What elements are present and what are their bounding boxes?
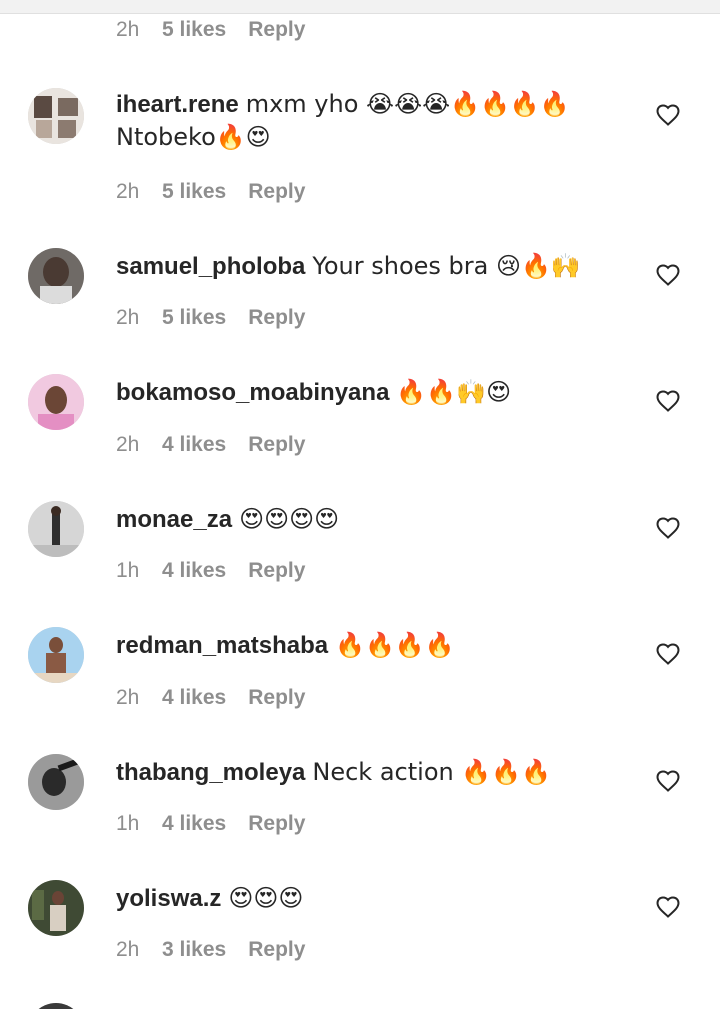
reply-button[interactable]: Reply bbox=[248, 812, 305, 836]
comment-time: 1h bbox=[116, 559, 140, 582]
comment-body: samuel_pholoba Your shoes bra 😢🔥🙌 bbox=[116, 250, 626, 283]
reply-button[interactable]: Reply bbox=[248, 938, 305, 962]
comment-username[interactable]: monae_za bbox=[116, 506, 232, 533]
comment-body: iheart.rene mxm yho 😭😭😭🔥🔥🔥🔥 Ntobeko🔥😍 bbox=[116, 88, 626, 154]
comment-body: bokamoso_moabinyana 🔥🔥🙌😍 bbox=[116, 376, 626, 409]
comment-likes-count[interactable]: 4 likes bbox=[162, 433, 226, 457]
comment-time: 2h bbox=[116, 686, 140, 709]
comment-body: monae_za 😍😍😍😍 bbox=[116, 503, 626, 536]
heart-outline-icon[interactable] bbox=[655, 389, 681, 413]
comment-likes-count[interactable]: 3 likes bbox=[162, 938, 226, 962]
avatar[interactable] bbox=[28, 880, 84, 936]
heart-outline-icon[interactable] bbox=[655, 642, 681, 666]
comment-likes-count[interactable]: 4 likes bbox=[162, 812, 226, 836]
reply-button[interactable]: Reply bbox=[248, 18, 305, 42]
heart-outline-icon[interactable] bbox=[655, 769, 681, 793]
comment-meta: 2h 3 likes Reply bbox=[116, 938, 305, 962]
comment-likes-count[interactable]: 5 likes bbox=[162, 306, 226, 330]
comment-meta: 1h 4 likes Reply bbox=[116, 812, 305, 836]
comment-time: 2h bbox=[116, 938, 140, 961]
avatar[interactable] bbox=[28, 754, 84, 810]
reply-button[interactable]: Reply bbox=[248, 180, 305, 204]
comment-likes-count[interactable]: 5 likes bbox=[162, 18, 226, 42]
comment-meta: 2h 4 likes Reply bbox=[116, 686, 305, 710]
reply-button[interactable]: Reply bbox=[248, 306, 305, 330]
reply-button[interactable]: Reply bbox=[248, 686, 305, 710]
comment-time: 2h bbox=[116, 306, 140, 329]
comment-likes-count[interactable]: 4 likes bbox=[162, 559, 226, 583]
comment-text: Neck action 🔥🔥🔥 bbox=[312, 758, 551, 786]
comment-meta: 2h 5 likes Reply bbox=[116, 18, 305, 42]
comment-username[interactable]: bokamoso_moabinyana bbox=[116, 379, 389, 406]
top-divider bbox=[0, 0, 720, 14]
comments-screen: 2h 5 likes Reply iheart.rene mxm yho 😭😭😭🔥… bbox=[0, 0, 720, 1009]
comment-body: redman_matshaba 🔥🔥🔥🔥 bbox=[116, 629, 626, 662]
comment-meta: 2h 5 likes Reply bbox=[116, 306, 305, 330]
comment-time: 2h bbox=[116, 180, 140, 203]
comment-meta: 2h 4 likes Reply bbox=[116, 433, 305, 457]
comment-body: yoliswa.z 😍😍😍 bbox=[116, 882, 626, 915]
comment-time: 2h bbox=[116, 433, 140, 456]
comment-text: 😍😍😍😍 bbox=[239, 505, 340, 533]
avatar[interactable] bbox=[28, 88, 84, 144]
heart-outline-icon[interactable] bbox=[655, 516, 681, 540]
comment-username[interactable]: samuel_pholoba bbox=[116, 253, 305, 280]
comment-likes-count[interactable]: 5 likes bbox=[162, 180, 226, 204]
heart-outline-icon[interactable] bbox=[655, 895, 681, 919]
reply-button[interactable]: Reply bbox=[248, 559, 305, 583]
comment-text: 😍😍😍 bbox=[228, 884, 304, 912]
comment-text: 🔥🔥🔥🔥 bbox=[335, 631, 455, 659]
comment-meta: 1h 4 likes Reply bbox=[116, 559, 305, 583]
comment-username[interactable]: iheart.rene bbox=[116, 91, 239, 118]
comment-time: 1h bbox=[116, 812, 140, 835]
avatar[interactable] bbox=[28, 1003, 84, 1009]
comment-meta: 2h 5 likes Reply bbox=[116, 180, 305, 204]
comment-username[interactable]: thabang_moleya bbox=[116, 759, 305, 786]
comment-likes-count[interactable]: 4 likes bbox=[162, 686, 226, 710]
avatar[interactable] bbox=[28, 501, 84, 557]
avatar[interactable] bbox=[28, 374, 84, 430]
avatar[interactable] bbox=[28, 627, 84, 683]
comment-text: 🔥🔥🙌😍 bbox=[396, 378, 512, 406]
comment-text: Your shoes bra 😢🔥🙌 bbox=[312, 252, 581, 280]
comment-time: 2h bbox=[116, 18, 140, 41]
heart-outline-icon[interactable] bbox=[655, 263, 681, 287]
comment-username[interactable]: redman_matshaba bbox=[116, 632, 328, 659]
comment-username[interactable]: yoliswa.z bbox=[116, 885, 221, 912]
reply-button[interactable]: Reply bbox=[248, 433, 305, 457]
comment-body: thabang_moleya Neck action 🔥🔥🔥 bbox=[116, 756, 626, 789]
avatar[interactable] bbox=[28, 248, 84, 304]
heart-outline-icon[interactable] bbox=[655, 103, 681, 127]
